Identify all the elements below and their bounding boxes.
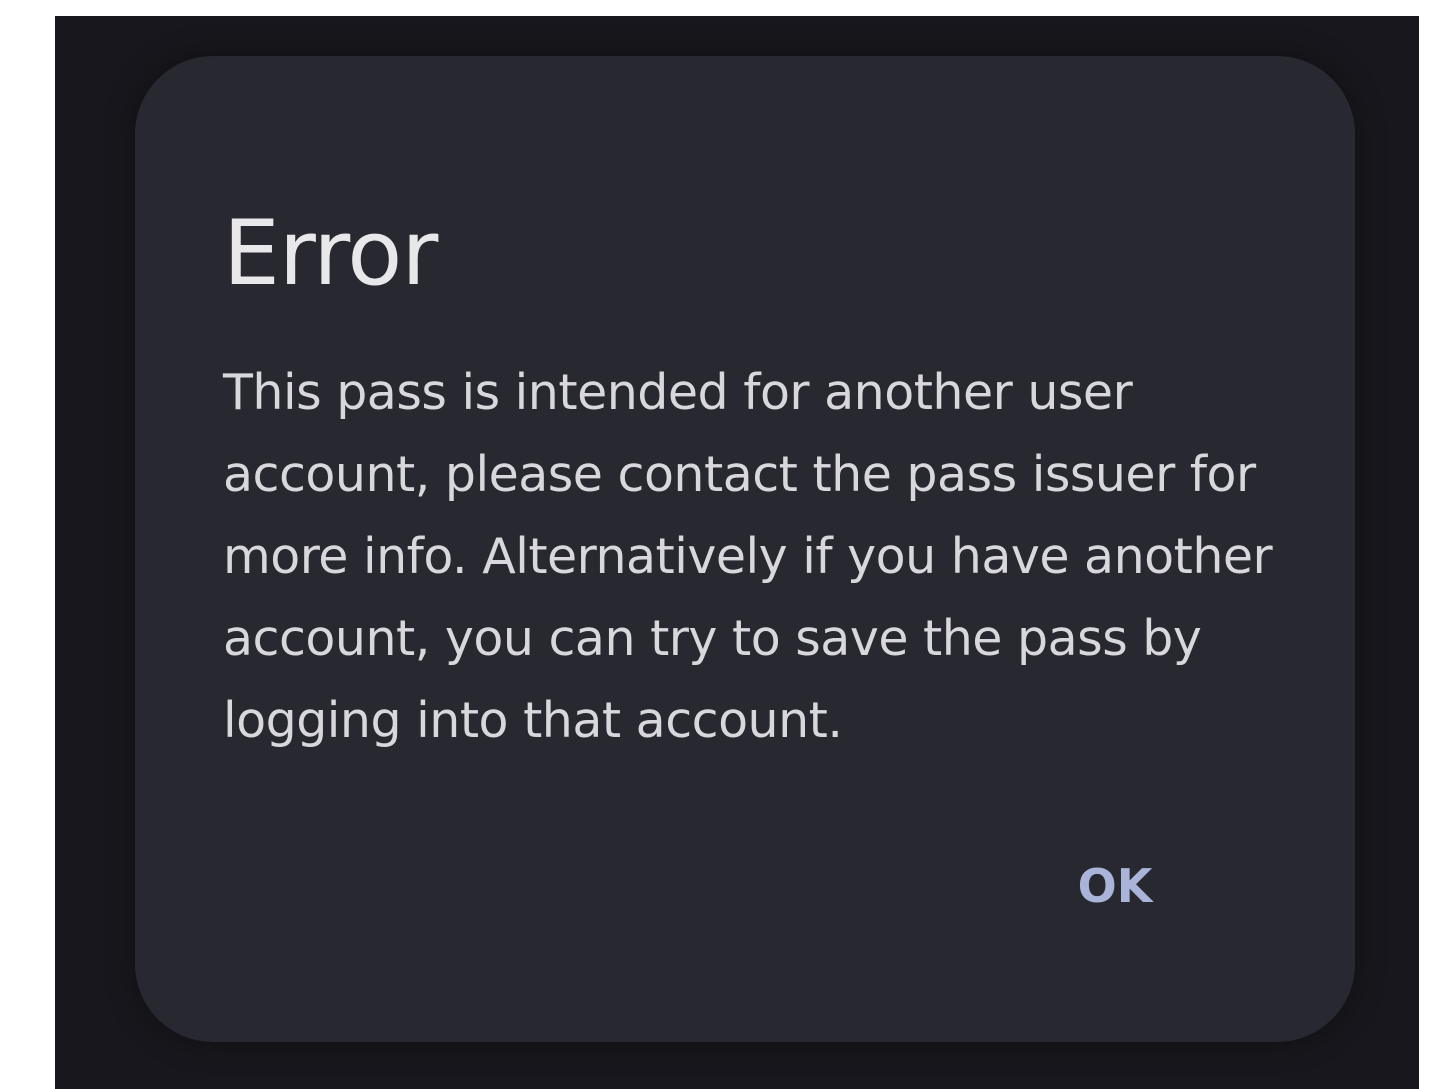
dialog-message: This pass is intended for another user a…: [223, 364, 1273, 749]
error-dialog: Error This pass is intended for another …: [135, 56, 1355, 1042]
screen-background: Error This pass is intended for another …: [55, 16, 1419, 1089]
ok-button[interactable]: OK: [1055, 846, 1175, 926]
dialog-title: Error: [223, 201, 438, 306]
